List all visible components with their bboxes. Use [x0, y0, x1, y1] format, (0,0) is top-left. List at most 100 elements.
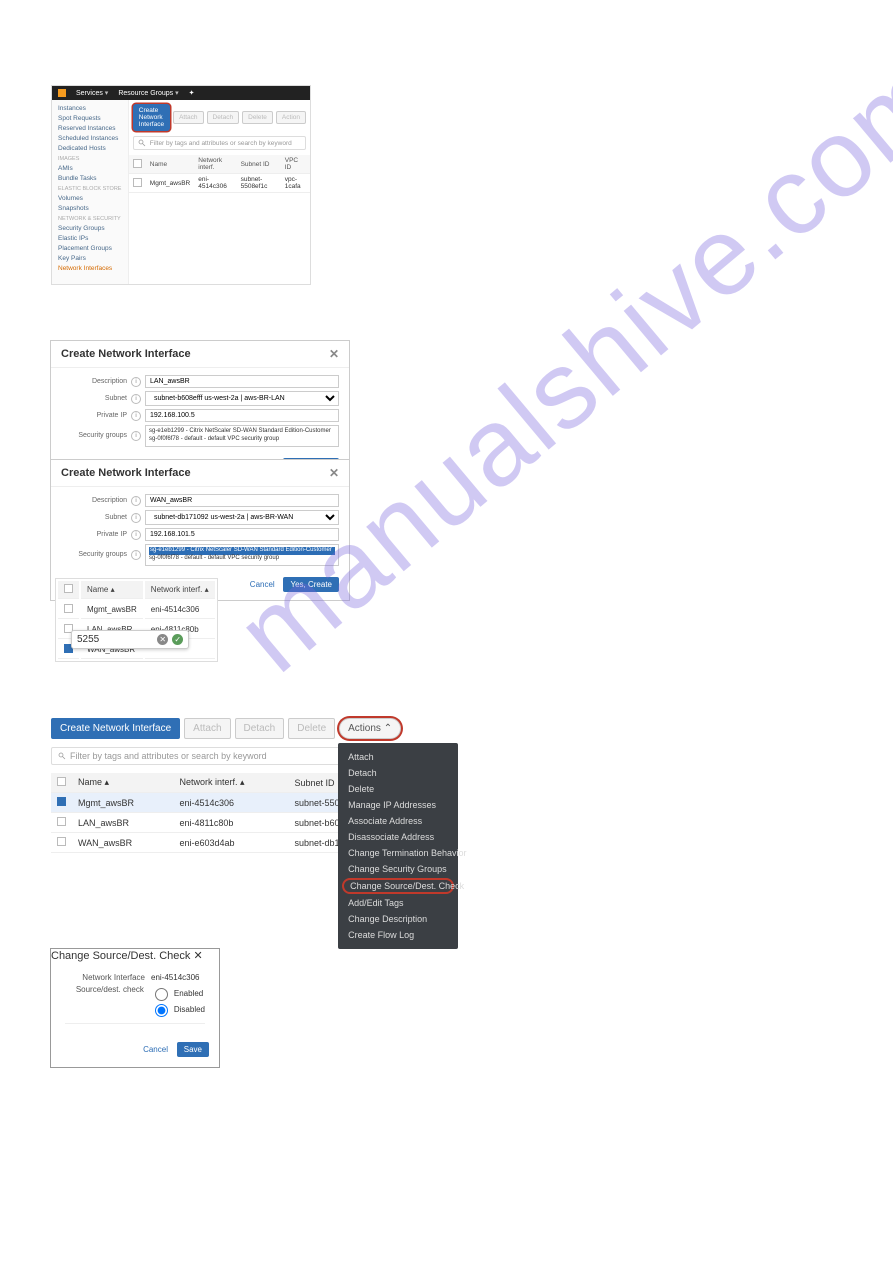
row-ni: eni-4514c306 — [174, 793, 289, 813]
sg-option[interactable]: sg-0f0f6f78 - default - default VPC secu… — [149, 436, 335, 444]
info-icon[interactable]: i — [131, 496, 141, 506]
topbar-services[interactable]: Services — [76, 89, 108, 97]
console-sidebar: Instances Spot Requests Reserved Instanc… — [52, 100, 129, 284]
ni-label: Network Interface — [65, 973, 151, 982]
sidebar-instances[interactable]: Instances — [52, 103, 128, 113]
yes-create-button[interactable]: Yes, Create — [283, 577, 339, 592]
menu-change-sg[interactable]: Change Security Groups — [338, 861, 458, 877]
chevron-up-icon: ⌃ — [384, 723, 392, 734]
cancel-link[interactable]: Cancel — [250, 580, 275, 589]
menu-manage-ip[interactable]: Manage IP Addresses — [338, 797, 458, 813]
info-icon[interactable]: i — [131, 513, 141, 523]
sg-option[interactable]: sg-0f0f6f78 - default - default VPC secu… — [149, 555, 335, 563]
row-checkbox[interactable] — [57, 797, 66, 806]
desc-label: Description — [61, 378, 131, 385]
attach-button[interactable]: Attach — [184, 718, 230, 739]
actions-dropdown-button[interactable]: Actions ⌃ Attach Detach Delete Manage IP… — [339, 718, 401, 739]
desc-input[interactable] — [145, 375, 339, 388]
menu-detach[interactable]: Detach — [338, 765, 458, 781]
sidebar-reserved[interactable]: Reserved Instances — [52, 123, 128, 133]
sidebar-volumes[interactable]: Volumes — [52, 193, 128, 203]
confirm-edit-icon[interactable]: ✓ — [172, 634, 183, 645]
close-icon[interactable]: ✕ — [329, 347, 339, 361]
subnet-select[interactable]: subnet-b608efff us-west-2a | aws-BR-LAN — [145, 391, 339, 406]
header-checkbox[interactable] — [133, 159, 142, 168]
sidebar-key-pairs[interactable]: Key Pairs — [52, 253, 128, 263]
sidebar-elastic-ips[interactable]: Elastic IPs — [52, 233, 128, 243]
sg-listbox[interactable]: sg-e1eb1299 - Citrix NetScaler SD-WAN St… — [145, 544, 339, 566]
sg-option[interactable]: sg-e1eb1299 - Citrix NetScaler SD-WAN St… — [149, 547, 335, 555]
sidebar-dedicated[interactable]: Dedicated Hosts — [52, 143, 128, 153]
col-name[interactable]: Name ▴ — [81, 581, 143, 599]
info-icon[interactable]: i — [131, 377, 141, 387]
console-topbar: Services Resource Groups ✦ — [52, 86, 310, 100]
info-icon[interactable]: i — [131, 431, 141, 441]
row-checkbox[interactable] — [64, 604, 73, 613]
col-vpc[interactable]: VPC ID — [281, 155, 310, 174]
attach-button[interactable]: Attach — [173, 111, 203, 124]
sg-listbox[interactable]: sg-e1eb1299 - Citrix NetScaler SD-WAN St… — [145, 425, 339, 447]
console-main: Create Network Interface Attach Detach D… — [129, 100, 310, 284]
pip-input[interactable] — [145, 409, 339, 422]
save-button[interactable]: Save — [177, 1042, 209, 1057]
close-icon[interactable]: ✕ — [193, 950, 202, 962]
menu-attach[interactable]: Attach — [338, 749, 458, 765]
menu-add-edit-tags[interactable]: Add/Edit Tags — [338, 895, 458, 911]
subnet-select[interactable]: subnet-db171092 us-west-2a | aws-BR-WAN — [145, 510, 339, 525]
col-subnet[interactable]: Subnet ID — [237, 155, 281, 174]
menu-delete[interactable]: Delete — [338, 781, 458, 797]
enabled-radio[interactable]: Enabled — [150, 985, 205, 1001]
row-checkbox[interactable] — [57, 837, 66, 846]
info-icon[interactable]: i — [131, 530, 141, 540]
row-name: WAN_awsBR — [72, 833, 174, 853]
menu-disassociate[interactable]: Disassociate Address — [338, 829, 458, 845]
close-icon[interactable]: ✕ — [329, 466, 339, 480]
delete-button[interactable]: Delete — [288, 718, 335, 739]
cancel-link[interactable]: Cancel — [143, 1045, 168, 1054]
menu-create-flow-log[interactable]: Create Flow Log — [338, 927, 458, 943]
sidebar-snapshots[interactable]: Snapshots — [52, 203, 128, 213]
col-ni[interactable]: Network interf. ▴ — [145, 581, 215, 599]
col-ni[interactable]: Network interf. — [194, 155, 236, 174]
create-network-interface-button[interactable]: Create Network Interface — [51, 718, 180, 739]
sidebar-placement-groups[interactable]: Placement Groups — [52, 243, 128, 253]
col-name[interactable]: Name — [146, 155, 194, 174]
col-ni[interactable]: Network interf. ▴ — [174, 773, 289, 793]
menu-associate[interactable]: Associate Address — [338, 813, 458, 829]
info-icon[interactable]: i — [131, 411, 141, 421]
row-checkbox[interactable] — [57, 817, 66, 826]
sidebar-bundle-tasks[interactable]: Bundle Tasks — [52, 173, 128, 183]
sidebar-amis[interactable]: AMIs — [52, 163, 128, 173]
delete-button[interactable]: Delete — [242, 111, 273, 124]
col-name[interactable]: Name ▴ — [72, 773, 174, 793]
detach-button[interactable]: Detach — [207, 111, 240, 124]
menu-change-termination[interactable]: Change Termination Behavior — [338, 845, 458, 861]
header-checkbox[interactable] — [57, 777, 66, 786]
search-input[interactable]: Filter by tags and attributes or search … — [133, 136, 306, 150]
row-checkbox[interactable] — [133, 178, 142, 187]
sidebar-security-groups[interactable]: Security Groups — [52, 223, 128, 233]
subnet-label: Subnet — [61, 514, 131, 521]
pip-input[interactable] — [145, 528, 339, 541]
detach-button[interactable]: Detach — [235, 718, 285, 739]
table-row[interactable]: Mgmt_awsBReni-4514c306 — [58, 601, 215, 619]
info-icon[interactable]: i — [131, 394, 141, 404]
menu-change-source-dest[interactable]: Change Source/Dest. Check — [342, 878, 454, 894]
sidebar-network-interfaces[interactable]: Network Interfaces — [52, 263, 128, 273]
table-row[interactable]: Mgmt_awsBR eni-4514c306 subnet-5508ef1c … — [129, 174, 310, 193]
create-network-interface-button[interactable]: Create Network Interface — [133, 104, 170, 131]
sidebar-scheduled[interactable]: Scheduled Instances — [52, 133, 128, 143]
cancel-edit-icon[interactable]: ✕ — [157, 634, 168, 645]
desc-input[interactable] — [145, 494, 339, 507]
row-ni: eni-4811c80b — [174, 813, 289, 833]
actions-button[interactable]: Action — [276, 111, 306, 124]
menu-change-description[interactable]: Change Description — [338, 911, 458, 927]
topbar-resource-groups[interactable]: Resource Groups — [118, 89, 178, 97]
disabled-radio[interactable]: Disabled — [150, 1001, 205, 1017]
topbar-pin-icon[interactable]: ✦ — [189, 89, 195, 97]
header-checkbox[interactable] — [64, 584, 73, 593]
info-icon[interactable]: i — [131, 550, 141, 560]
sidebar-spot-requests[interactable]: Spot Requests — [52, 113, 128, 123]
sg-option[interactable]: sg-e1eb1299 - Citrix NetScaler SD-WAN St… — [149, 428, 335, 436]
inline-edit-box[interactable]: 5255 ✕ ✓ — [71, 630, 189, 649]
